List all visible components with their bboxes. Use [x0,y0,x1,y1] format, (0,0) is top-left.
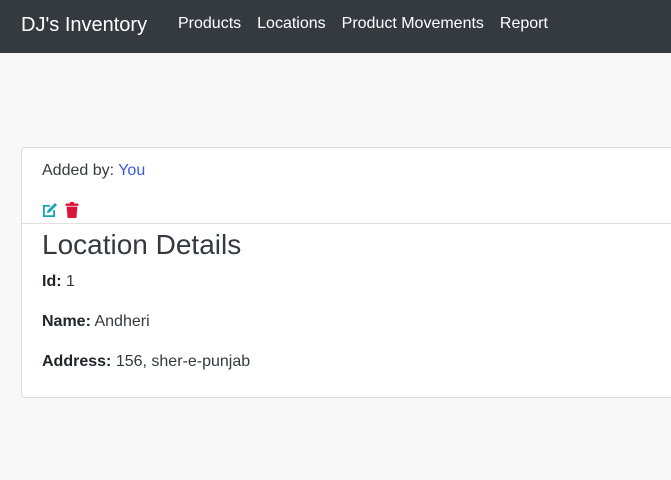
top-navbar: DJ's Inventory Products Locations Produc… [0,0,671,53]
added-by-user-link[interactable]: You [118,162,145,179]
field-address: Address: 156, sher-e-punjab [42,352,250,372]
nav-link-products[interactable]: Products [170,14,249,34]
nav-link-product-movements[interactable]: Product Movements [334,14,492,34]
edit-icon[interactable] [41,201,59,219]
nav-link-report[interactable]: Report [492,14,556,34]
field-name: Name: Andheri [42,312,150,332]
added-by-label: Added by: [42,162,115,179]
field-id-value: 1 [66,273,75,290]
page-title: Location Details [42,229,242,260]
added-by-line: Added by: You [42,161,145,181]
field-name-value: Andheri [94,313,150,330]
nav-link-locations[interactable]: Locations [249,14,334,34]
field-address-label: Address: [42,353,112,370]
trash-icon[interactable] [63,201,81,219]
brand-link[interactable]: DJ's Inventory [21,12,147,38]
location-card: Added by: You Location Details Id: 1 Nam… [21,147,671,398]
card-actions [41,201,81,219]
field-id: Id: 1 [42,272,75,292]
nav-links: Products Locations Product Movements Rep… [170,14,556,34]
field-address-value: 156, sher-e-punjab [115,353,251,370]
card-divider [22,223,671,224]
field-name-label: Name: [42,313,91,330]
field-id-label: Id: [42,273,62,290]
